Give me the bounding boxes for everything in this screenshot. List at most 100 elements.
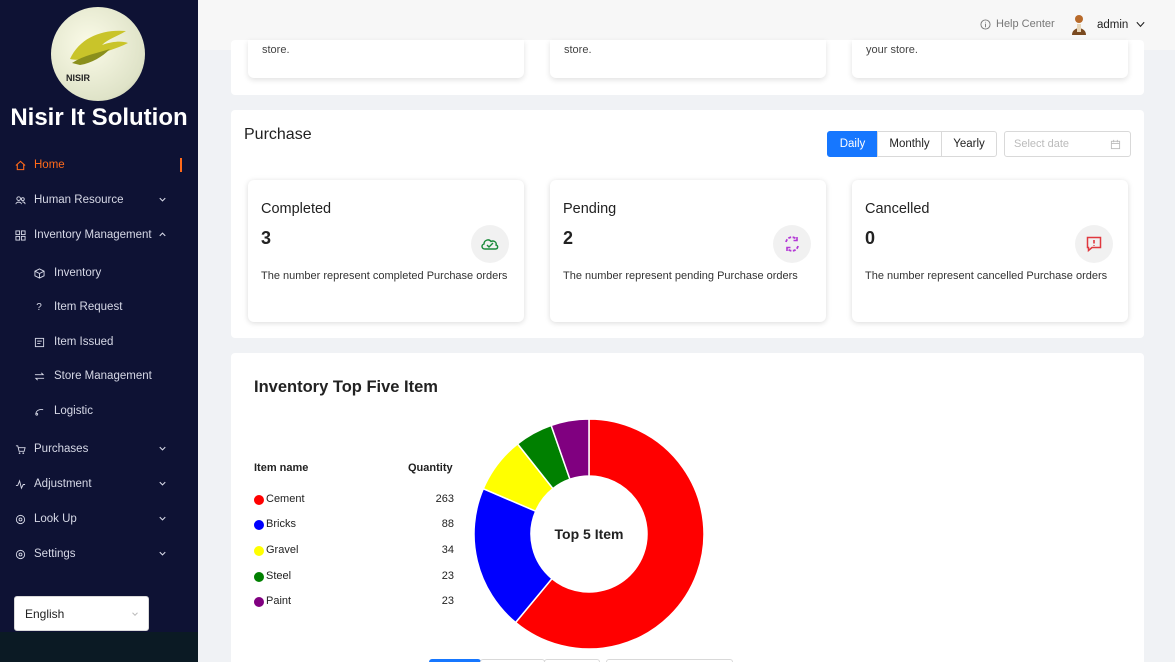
legend-dot (254, 495, 264, 505)
stat-card-pending: Pending 2 The number represent pending P… (550, 180, 826, 322)
sidebar-item-inventory[interactable]: Inventory (0, 258, 198, 288)
stat-count: 0 (865, 228, 876, 248)
alert-message-icon (1075, 225, 1113, 263)
stat-card-cancelled: Cancelled 0 The number represent cancell… (852, 180, 1128, 322)
user-name[interactable]: admin (1097, 19, 1128, 31)
chevron-down-icon[interactable] (1135, 19, 1146, 30)
chevron-down-icon (132, 612, 138, 616)
help-center-link[interactable]: Help Center (980, 18, 1055, 30)
sidebar-footer (0, 632, 198, 662)
document-icon (33, 336, 45, 348)
gear-icon (14, 548, 26, 560)
sidebar-item-human-resource[interactable]: Human Resource (0, 185, 198, 215)
question-icon: ? (36, 301, 42, 313)
summary-card-text: your store. (866, 44, 918, 56)
info-icon (980, 18, 991, 30)
item-name: Paint (266, 595, 292, 607)
home-icon (14, 159, 26, 171)
active-indicator (180, 158, 182, 172)
stat-card-completed: Completed 3 The number represent complet… (248, 180, 524, 322)
stat-description: The number represent cancelled Purchase … (865, 270, 1108, 282)
stat-label: Completed (261, 201, 332, 217)
language-select[interactable]: English (14, 596, 149, 631)
gear-icon (14, 513, 26, 525)
stat-label: Cancelled (865, 201, 930, 217)
calendar-icon (1110, 139, 1121, 150)
swap-icon (33, 370, 45, 382)
sidebar-item-label: Logistic (54, 405, 93, 417)
chevron-down-icon (159, 516, 166, 521)
sidebar-item-inventory-management[interactable]: Inventory Management (0, 220, 198, 250)
legend-dot (254, 520, 264, 530)
stat-count: 2 (563, 228, 574, 248)
date-placeholder: Select date (1014, 138, 1070, 150)
cloud-check-icon (471, 225, 509, 263)
column-header-quantity: Quantity (408, 462, 453, 474)
tab-monthly[interactable]: Monthly (877, 131, 942, 157)
sidebar-item-label: Inventory (54, 267, 102, 279)
sidebar-item-item-issued[interactable]: Item Issued (0, 327, 198, 357)
sync-icon (773, 225, 811, 263)
svg-text:NISIR: NISIR (66, 73, 91, 83)
language-value: English (25, 606, 65, 621)
column-header-item-name: Item name (254, 462, 309, 474)
item-name: Cement (266, 493, 305, 505)
summary-card: store. (248, 40, 524, 78)
item-name: Steel (266, 570, 292, 582)
date-picker[interactable]: Select date (1004, 131, 1131, 157)
item-quantity: 23 (441, 595, 454, 607)
sidebar-item-look-up[interactable]: Look Up (0, 504, 198, 534)
pulse-icon (14, 478, 26, 490)
sidebar-item-settings[interactable]: Settings (0, 539, 198, 569)
summary-card-text: store. (262, 44, 290, 56)
sidebar-item-label: Adjustment (34, 478, 92, 490)
list-item: Bricks 88 (254, 517, 454, 533)
sidebar-item-label: Home (34, 159, 65, 171)
purchase-title: Purchase (244, 126, 312, 143)
sidebar-item-adjustment[interactable]: Adjustment (0, 469, 198, 499)
legend-dot (254, 546, 264, 556)
tab-yearly[interactable]: Yearly (941, 131, 997, 157)
truck-icon (33, 405, 45, 417)
help-center-label: Help Center (996, 18, 1055, 30)
donut-center-label: Top 5 Item (554, 526, 624, 542)
summary-card: store. (550, 40, 826, 78)
chevron-down-icon (159, 551, 166, 556)
summary-card-text: store. (564, 44, 592, 56)
users-icon (14, 194, 26, 206)
stat-label: Pending (563, 201, 617, 217)
sidebar-item-label: Store Management (54, 370, 152, 382)
legend-dot (254, 597, 264, 607)
avatar[interactable] (1070, 14, 1088, 36)
sidebar-item-item-request[interactable]: ? Item Request (0, 292, 198, 322)
chevron-down-icon (159, 197, 166, 202)
sidebar-item-label: Purchases (34, 443, 89, 455)
grid-icon (14, 229, 26, 241)
company-logo: NISIR (51, 7, 145, 101)
list-item: Steel 23 (254, 569, 454, 585)
chevron-down-icon (159, 446, 166, 451)
item-quantity: 23 (441, 570, 454, 582)
sidebar-item-home[interactable]: Home (0, 150, 198, 180)
summary-card: your store. (852, 40, 1128, 78)
sidebar-item-store-management[interactable]: Store Management (0, 361, 198, 391)
stat-description: The number represent completed Purchase … (261, 270, 508, 282)
sidebar-item-label: Item Request (54, 301, 123, 313)
list-item: Cement 263 (254, 492, 454, 508)
chevron-down-icon (159, 481, 166, 486)
legend-dot (254, 572, 264, 582)
list-item: Gravel 34 (254, 543, 454, 559)
box-icon (33, 267, 45, 279)
sidebar-item-label: Inventory Management (34, 229, 152, 241)
sidebar-item-label: Look Up (34, 513, 77, 525)
item-quantity: 34 (441, 544, 454, 556)
item-quantity: 88 (441, 518, 454, 530)
tab-daily[interactable]: Daily (827, 131, 878, 157)
sidebar-item-purchases[interactable]: Purchases (0, 434, 198, 464)
sidebar-item-logistic[interactable]: Logistic (0, 396, 198, 426)
stat-description: The number represent pending Purchase or… (563, 270, 798, 282)
stat-count: 3 (261, 228, 272, 248)
sidebar: NISIR Nisir It Solution Home Human Resou… (0, 0, 198, 662)
item-quantity: 263 (435, 493, 454, 505)
sidebar-item-label: Human Resource (34, 194, 124, 206)
